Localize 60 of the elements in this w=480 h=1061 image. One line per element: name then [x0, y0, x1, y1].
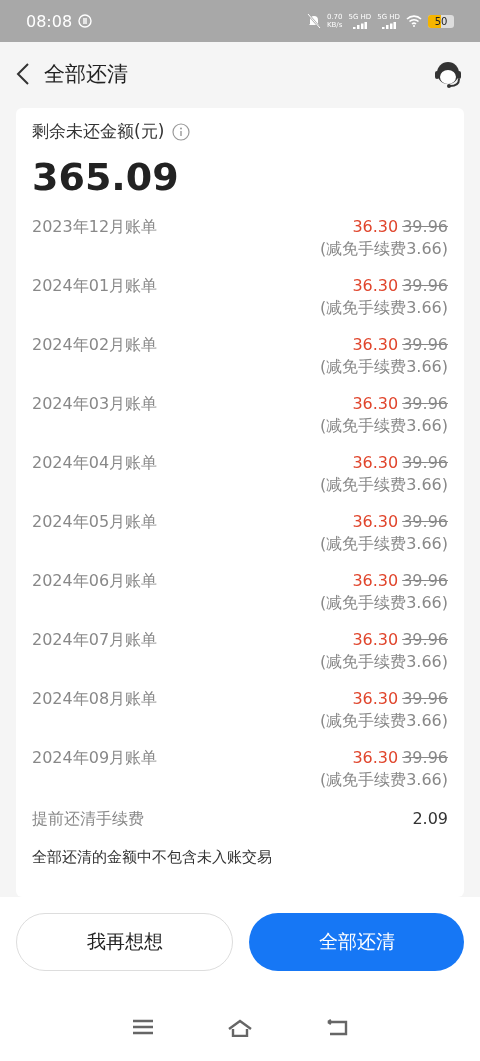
bill-month: 2024年03月账单: [32, 394, 158, 415]
bill-month: 2024年05月账单: [32, 512, 158, 533]
original-amount: 39.96: [402, 630, 448, 649]
home-icon[interactable]: [227, 1019, 253, 1037]
menu-icon[interactable]: [132, 1019, 155, 1035]
page-title: 全部还清: [44, 61, 128, 88]
signal-icon: [352, 22, 367, 29]
original-amount: 39.96: [402, 276, 448, 295]
remaining-label: 剩余未还金额(元): [32, 120, 165, 143]
original-amount: 39.96: [402, 512, 448, 531]
info-icon[interactable]: [172, 122, 191, 141]
notification-icon: [78, 14, 93, 28]
fee-waiver-note: (减免手续费3.66): [319, 475, 448, 496]
original-amount: 39.96: [402, 335, 448, 354]
fee-waiver-note: (减免手续费3.66): [319, 652, 448, 673]
fee-waiver-note: (减免手续费3.66): [319, 711, 448, 732]
back-nav-icon[interactable]: [325, 1019, 348, 1037]
bill-month: 2024年09月账单: [32, 748, 158, 769]
original-amount: 39.96: [402, 394, 448, 413]
discounted-amount: 36.30: [352, 217, 399, 236]
discounted-amount: 36.30: [352, 689, 399, 708]
original-amount: 39.96: [402, 689, 448, 708]
fee-waiver-note: (减免手续费3.66): [319, 770, 448, 791]
back-icon[interactable]: [16, 62, 30, 86]
fee-waiver-note: (减免手续费3.66): [319, 357, 448, 378]
original-amount: 39.96: [402, 217, 448, 236]
bill-month: 2024年02月账单: [32, 335, 158, 356]
original-amount: 39.96: [402, 453, 448, 472]
bill-month: 2024年06月账单: [32, 571, 158, 592]
discounted-amount: 36.30: [352, 571, 399, 590]
discounted-amount: 36.30: [352, 512, 399, 531]
wifi-icon: [406, 15, 422, 27]
bill-month: 2024年08月账单: [32, 689, 158, 710]
discounted-amount: 36.30: [352, 276, 399, 295]
bill-month: 2024年04月账单: [32, 453, 158, 474]
repay-all-button[interactable]: 全部还清: [249, 913, 464, 971]
signal-icon: [381, 22, 396, 29]
fee-label: 提前还清手续费: [32, 809, 144, 830]
fee-waiver-note: (减免手续费3.66): [319, 298, 448, 319]
discounted-amount: 36.30: [352, 630, 399, 649]
bill-month: 2023年12月账单: [32, 217, 158, 238]
bill-month: 2024年01月账单: [32, 276, 158, 297]
original-amount: 39.96: [402, 748, 448, 767]
battery-indicator: 50: [428, 14, 454, 28]
status-time: 08:08: [26, 11, 73, 31]
notice-text: 全部还清的金额中不包含未入账交易: [32, 848, 273, 867]
fee-waiver-note: (减免手续费3.66): [319, 239, 448, 260]
fee-value: 2.09: [412, 809, 448, 830]
discounted-amount: 36.30: [352, 394, 399, 413]
cancel-button[interactable]: 我再想想: [16, 913, 233, 971]
discounted-amount: 36.30: [352, 748, 399, 767]
mute-icon: [306, 13, 321, 29]
discounted-amount: 36.30: [352, 335, 399, 354]
fee-waiver-note: (减免手续费3.66): [319, 534, 448, 555]
remaining-amount: 365.09: [32, 155, 180, 199]
original-amount: 39.96: [402, 571, 448, 590]
bill-month: 2024年07月账单: [32, 630, 158, 651]
discounted-amount: 36.30: [352, 453, 399, 472]
fee-waiver-note: (减免手续费3.66): [319, 416, 448, 437]
fee-waiver-note: (减免手续费3.66): [319, 593, 448, 614]
